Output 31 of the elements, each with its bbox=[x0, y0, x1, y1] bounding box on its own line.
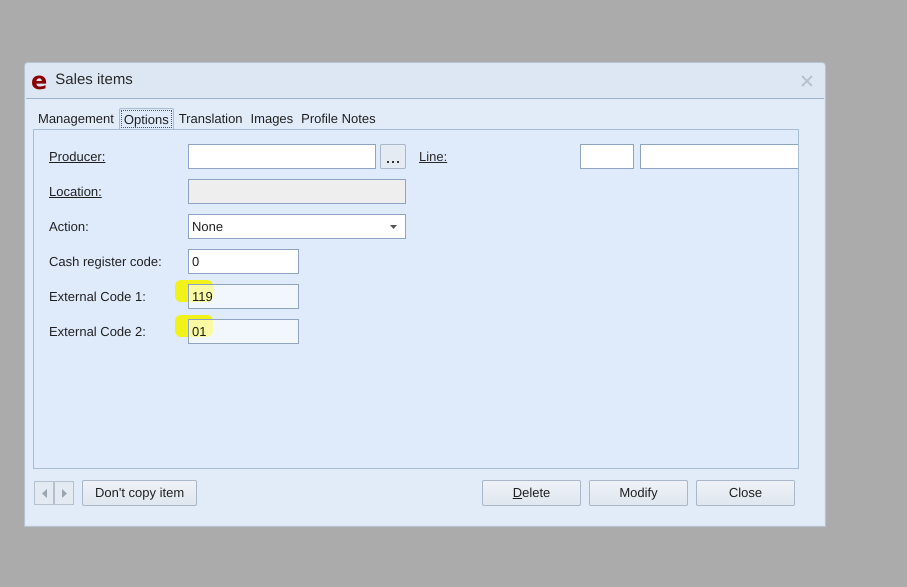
input-field[interactable]: 119 bbox=[188, 284, 299, 309]
dialog-button[interactable]: Modify bbox=[589, 480, 688, 506]
caret-icon bbox=[390, 224, 397, 228]
line-link[interactable]: Line: bbox=[419, 146, 448, 166]
field-label: Cash register code: bbox=[49, 252, 163, 271]
dialog-button[interactable]: Don't copy item bbox=[82, 480, 198, 506]
input-field[interactable]: 0 bbox=[188, 249, 299, 274]
line-name-field[interactable] bbox=[640, 144, 798, 169]
dialog-button[interactable]: Close bbox=[696, 480, 795, 506]
line-code-field[interactable] bbox=[580, 144, 634, 169]
field-label: Action: bbox=[49, 218, 90, 236]
next-button[interactable] bbox=[54, 481, 74, 505]
right-triangle-icon bbox=[62, 488, 66, 498]
dropdown-field[interactable]: None bbox=[188, 214, 406, 239]
browse-button[interactable] bbox=[380, 144, 406, 169]
tab[interactable]: Options bbox=[118, 108, 174, 130]
input-field[interactable]: 01 bbox=[188, 319, 299, 344]
close-icon[interactable] bbox=[801, 74, 813, 86]
tab[interactable]: Management bbox=[35, 109, 117, 129]
field-link[interactable]: Producer: bbox=[49, 146, 188, 166]
left-triangle-icon bbox=[42, 488, 46, 498]
tab[interactable]: Translation bbox=[176, 109, 246, 129]
previous-button[interactable] bbox=[34, 481, 54, 505]
tab[interactable]: Profile Notes bbox=[298, 109, 379, 129]
input-field[interactable] bbox=[188, 144, 376, 169]
dialog-button[interactable]: Delete bbox=[482, 480, 581, 506]
tab[interactable]: Images bbox=[248, 109, 296, 129]
app-logo-icon: e bbox=[31, 68, 48, 92]
field-label: External Code 2: bbox=[49, 322, 147, 341]
window-title: Sales items bbox=[55, 70, 133, 90]
field-label: External Code 1: bbox=[49, 288, 147, 306]
